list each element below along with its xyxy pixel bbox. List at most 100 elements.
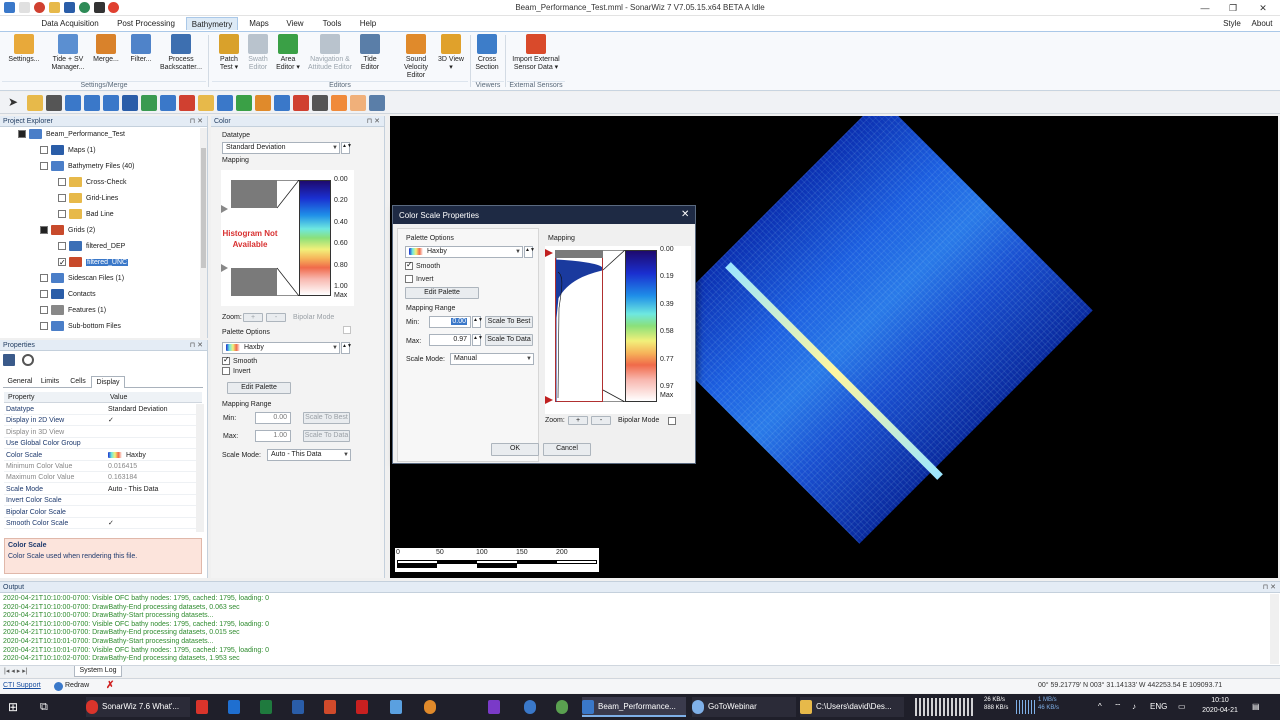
tree-item-checkbox[interactable] [40, 322, 48, 331]
dialog-invert-row[interactable]: Invert [405, 275, 434, 283]
flag-icon[interactable] [179, 95, 195, 111]
tree-item[interactable]: Grids (2) [40, 224, 95, 238]
tree-item[interactable]: filtered_DEP [58, 240, 125, 254]
tree-item[interactable]: Grid-Lines [58, 192, 118, 206]
taskbar-app-gotowebinar[interactable]: GoToWebinar [692, 697, 796, 717]
menu-data-acquisition[interactable]: Data Acquisition [34, 17, 106, 30]
tree-item-checkbox[interactable] [58, 178, 66, 187]
min-marker[interactable] [221, 205, 228, 213]
excel-icon[interactable] [260, 697, 276, 717]
language-indicator[interactable]: ENG [1150, 697, 1167, 717]
ok-button[interactable]: OK [491, 443, 539, 456]
area-editor-button[interactable]: Area Editor ▾ [272, 34, 304, 72]
cti-support-link[interactable]: CTI Support [3, 682, 41, 689]
cancel-icon[interactable]: ✗ [106, 680, 114, 691]
zoom-in-button[interactable]: + [243, 313, 263, 322]
save-properties-icon[interactable] [3, 354, 15, 366]
zoom-in-icon[interactable] [84, 95, 100, 111]
undo-arrow-icon[interactable] [331, 95, 347, 111]
tree-item-checkbox[interactable] [58, 210, 66, 219]
globe-icon[interactable] [524, 697, 540, 717]
property-row[interactable]: Bipolar Color Scale [4, 507, 202, 518]
property-row[interactable]: Maximum Color Value 0.163184 [4, 472, 202, 484]
dialog-zoom-out-button[interactable]: - [591, 416, 611, 425]
edit-palette-button[interactable]: Edit Palette [227, 382, 291, 394]
tray-chevron-icon[interactable]: ^ [1098, 697, 1102, 717]
menu-bathymetry[interactable]: Bathymetry [186, 17, 238, 30]
tree-scrollbar[interactable] [200, 128, 207, 338]
tool-e-icon[interactable] [312, 95, 328, 111]
filter-button[interactable]: Filter... [126, 34, 156, 64]
dialog-min-spinner[interactable]: ▲▼ [472, 316, 483, 328]
tide-sv-manager-button[interactable]: Tide + SV Manager... [50, 34, 86, 72]
dialog-smooth-checkbox[interactable] [405, 260, 413, 270]
powerpoint-icon[interactable] [324, 697, 340, 717]
palette-spinner[interactable]: ▲▼ [341, 342, 352, 354]
3d-view-button[interactable]: 3D View ▾ [438, 34, 464, 72]
zoom-box-icon[interactable] [65, 95, 81, 111]
ruler-icon[interactable] [198, 95, 214, 111]
redo-arrow-icon[interactable] [350, 95, 366, 111]
restore-button[interactable]: ❐ [1220, 0, 1246, 16]
properties-scrollbar[interactable] [196, 404, 204, 532]
tab-cells[interactable]: Cells [65, 376, 91, 388]
datatype-spinner[interactable]: ▲▼ [341, 142, 352, 154]
tree-item[interactable]: Cross-Check [58, 176, 126, 190]
dialog-bipolar-checkbox[interactable] [668, 416, 676, 425]
dialog-close-icon[interactable]: ✕ [681, 209, 689, 220]
palette-select[interactable]: Haxby ▼ [222, 342, 340, 354]
system-log-tab[interactable]: System Log [74, 666, 122, 677]
property-row[interactable]: Color Scale Haxby [4, 450, 202, 461]
invert-row[interactable]: Invert [222, 367, 251, 375]
tool-a-icon[interactable] [236, 95, 252, 111]
select-arrow-icon[interactable]: ➤ [8, 95, 24, 111]
about-menu[interactable]: About [1248, 17, 1276, 30]
window-icon[interactable] [369, 95, 385, 111]
wifi-icon[interactable]: ⌔ [1114, 697, 1122, 717]
task-view-icon[interactable]: ⧉ [40, 697, 48, 717]
dialog-invert-checkbox[interactable] [405, 275, 413, 283]
property-row[interactable]: Datatype Standard Deviation [4, 404, 202, 415]
tool-b-icon[interactable] [255, 95, 271, 111]
tree-item-checkbox[interactable] [18, 130, 26, 139]
pin-icon[interactable]: ⊓ ✕ [367, 116, 380, 127]
cancel-button[interactable]: Cancel [543, 443, 591, 456]
tide-editor-button[interactable]: Tide Editor [356, 34, 384, 72]
center-icon[interactable] [141, 95, 157, 111]
zoom-out-icon[interactable] [103, 95, 119, 111]
menu-post-processing[interactable]: Post Processing [112, 17, 180, 30]
setup-icon[interactable] [390, 697, 406, 717]
merge-button[interactable]: Merge... [88, 34, 124, 64]
visual-studio-icon[interactable] [488, 697, 504, 717]
dialog-scale-to-best-button[interactable]: Scale To Best [485, 316, 533, 328]
sound-velocity-editor-button[interactable]: Sound Velocity Editor [396, 34, 436, 80]
dialog-max-input[interactable]: 0.97 [429, 334, 471, 346]
tree-item-checkbox[interactable] [40, 226, 48, 235]
swath-editor-button[interactable]: Swath Editor [244, 34, 272, 72]
pin-icon[interactable]: ⊓ ✕ [190, 116, 203, 127]
scale-mode-select[interactable]: Auto - This Data ▼ [267, 449, 351, 461]
nav-attitude-editor-button[interactable]: Navigation & Attitude Editor [306, 34, 354, 72]
tree-item-checkbox[interactable] [40, 306, 48, 315]
dialog-smooth-row[interactable]: Smooth [405, 260, 440, 270]
tree-item-checkbox[interactable] [58, 194, 66, 203]
battery-icon[interactable]: ▭ [1178, 697, 1186, 717]
camera-icon[interactable] [217, 95, 233, 111]
max-input[interactable]: 1.00 [255, 430, 291, 442]
google-earth-icon[interactable] [556, 697, 572, 717]
tree-item[interactable]: Maps (1) [40, 144, 96, 158]
property-row[interactable]: Smooth Color Scale ✓ [4, 518, 202, 529]
datatype-select[interactable]: Standard Deviation ▼ [222, 142, 340, 154]
pan-hand-icon[interactable] [46, 95, 62, 111]
copy-icon[interactable] [27, 95, 43, 111]
property-row[interactable]: Display in 3D View [4, 427, 202, 438]
tool-d-icon[interactable] [293, 95, 309, 111]
tab-general[interactable]: General [5, 376, 35, 388]
clock[interactable]: 10:10 2020-04-21 [1200, 696, 1240, 716]
cross-section-button[interactable]: Cross Section [472, 34, 502, 72]
menu-maps[interactable]: Maps [244, 17, 274, 30]
taskbar-app-sonarwiz-whats[interactable]: SonarWiz 7.6 What'... [86, 697, 190, 717]
tool-c-icon[interactable] [274, 95, 290, 111]
property-row[interactable]: Display in 2D View ✓ [4, 415, 202, 427]
pin-icon[interactable]: ⊓ ✕ [1263, 582, 1276, 593]
